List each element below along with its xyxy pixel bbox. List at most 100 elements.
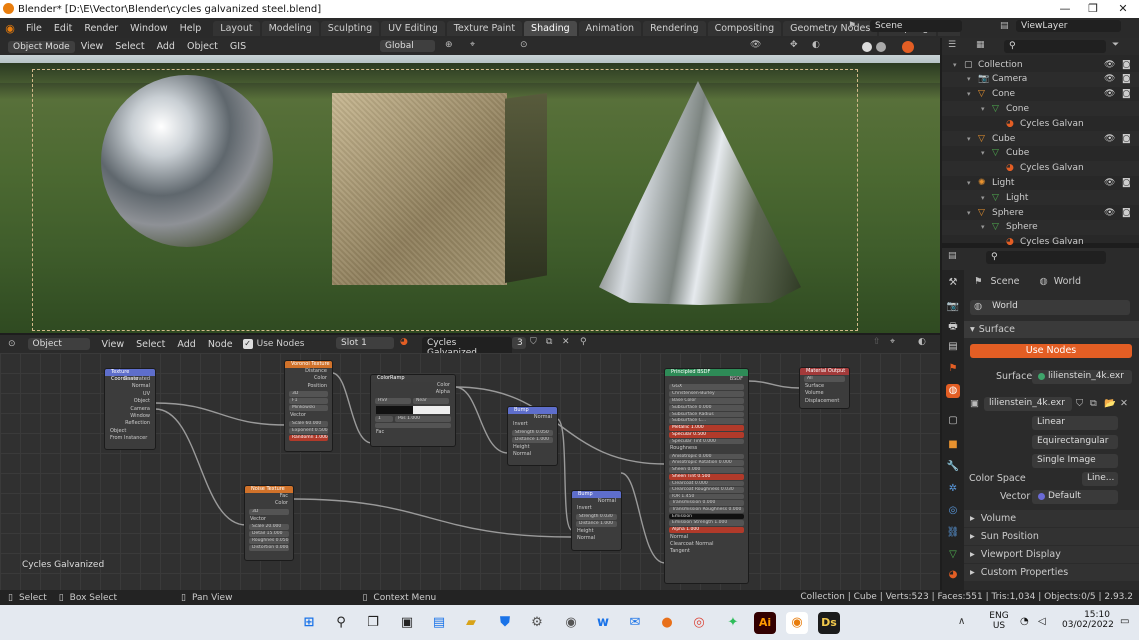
source-dropdown[interactable]: Single Image (1032, 454, 1118, 468)
sun-position-panel[interactable]: Sun Position (981, 531, 1039, 542)
firefox-icon[interactable]: ● (656, 612, 678, 634)
word-icon[interactable]: w (592, 612, 614, 634)
output-camera[interactable]: Camera (105, 406, 155, 413)
expand-arrow-icon[interactable]: ▾ (967, 135, 971, 143)
breadcrumb-scene[interactable]: Scene (991, 276, 1020, 287)
node-editor[interactable]: Texture Coordinate Generated Normal UV O… (0, 353, 940, 590)
output-distance[interactable]: Distance (285, 368, 332, 375)
surface-shader-field[interactable]: lilienstein_4k.exr (1032, 370, 1132, 384)
material-browse-icon[interactable]: ◕ (400, 337, 408, 347)
outliner-row[interactable]: ◕ Cycles Galvan (942, 116, 1139, 131)
bsdf-input[interactable]: Clearcoat Roughness 0.030 (669, 487, 744, 493)
color-ramp-gradient[interactable] (376, 405, 450, 414)
fake-user-icon[interactable]: ⛉ (530, 337, 537, 347)
material-tab-icon[interactable]: ◕ (946, 568, 960, 582)
unlink-material-icon[interactable]: ✕ (562, 337, 570, 347)
tab-layout[interactable]: Layout (213, 20, 260, 36)
photos-icon[interactable]: ◉ (560, 612, 582, 634)
rendered-shading-icon[interactable] (902, 41, 914, 53)
render-visibility-icon[interactable]: ◙ (1122, 74, 1131, 84)
visibility-eye-icon[interactable]: 👁 (1104, 178, 1115, 188)
expand-arrow-icon[interactable]: ▾ (981, 149, 985, 157)
tab-modeling[interactable]: Modeling (261, 20, 319, 36)
language-indicator[interactable]: ENG US (988, 611, 1010, 631)
distance-field[interactable]: Distance 1.000 (576, 520, 617, 527)
bsdf-input[interactable]: Normal (665, 534, 748, 541)
bump-node[interactable]: Bump Normal Invert Strength 0.030 Distan… (571, 490, 622, 551)
distortion-field[interactable]: Distortion 0.000 (249, 545, 289, 552)
file-explorer-icon[interactable]: ▰ (460, 612, 482, 634)
bsdf-input[interactable]: Base Color (669, 398, 744, 404)
constraints-tab-icon[interactable]: ⛓ (946, 526, 960, 540)
store-icon[interactable]: ⛊ (494, 612, 516, 634)
randomness-field[interactable]: Randomn 1.000 (289, 434, 328, 441)
properties-search-input[interactable]: ⚲ (986, 251, 1106, 264)
outliner-row[interactable]: ▾ ▽ Cube 👁 ◙ (942, 131, 1139, 146)
bsdf-input[interactable]: Specular Tint 0.000 (669, 438, 744, 445)
output-reflection[interactable]: Reflection (105, 420, 155, 427)
expand-arrow-icon[interactable]: ▾ (967, 209, 971, 217)
viewport-menu-add[interactable]: Add (151, 41, 181, 52)
colorramp-node[interactable]: ColorRamp Color Alpha HSV Near 1 Pos 1.0… (370, 374, 456, 447)
tab-uv-editing[interactable]: UV Editing (381, 20, 445, 36)
tab-animation[interactable]: Animation (578, 20, 642, 36)
custom-properties-panel[interactable]: Custom Properties (981, 567, 1068, 578)
blender-menu-icon[interactable]: ◉ (0, 22, 20, 35)
output-normal[interactable]: Normal (105, 383, 155, 390)
notepad-icon[interactable]: ▤ (428, 612, 450, 634)
distance-field[interactable]: Distance 1.000 (512, 436, 553, 443)
menu-edit[interactable]: Edit (48, 23, 78, 34)
outliner-row[interactable]: ▾ ▽ Sphere (942, 219, 1139, 235)
input-height[interactable]: Height (572, 528, 621, 535)
metric-dropdown[interactable]: Minkowski (289, 405, 328, 412)
render-visibility-icon[interactable]: ◙ (1122, 134, 1131, 144)
distribution-dropdown[interactable]: GGX (669, 384, 744, 391)
output-position[interactable]: Position (285, 383, 332, 390)
pin-icon[interactable]: ⚲ (580, 337, 587, 347)
solid-shading-icon[interactable] (862, 42, 872, 52)
detail-field[interactable]: Detail 15.000 (249, 531, 289, 538)
render-visibility-icon[interactable]: ◙ (1122, 208, 1131, 218)
expand-arrow-icon[interactable]: ▾ (953, 61, 957, 69)
minimize-button[interactable]: — (1050, 0, 1080, 18)
physics-tab-icon[interactable]: ◎ (946, 504, 960, 518)
bsdf-input[interactable]: Sheen 0.000 (669, 466, 744, 473)
menu-file[interactable]: File (20, 23, 48, 34)
new-image-icon[interactable]: ⧉ (1090, 398, 1097, 409)
blender-taskbar-icon[interactable]: ◉ (786, 612, 808, 634)
mode-selector[interactable]: Object Mode (8, 40, 75, 53)
outliner-row[interactable]: ▾ ▢ Collection 👁 ◙ (942, 57, 1139, 72)
output-object[interactable]: Object (105, 398, 155, 405)
visibility-eye-icon[interactable]: 👁 (1104, 134, 1115, 144)
exponent-field[interactable]: Exponent 0.500 (289, 427, 328, 434)
bsdf-input[interactable]: Roughness (665, 445, 748, 452)
pivot-icon[interactable]: ⊕ (445, 40, 453, 50)
invert-checkbox[interactable]: Invert (508, 421, 557, 428)
input-height[interactable]: Height (508, 444, 557, 451)
volume-icon[interactable]: ◁ (1038, 616, 1046, 627)
properties-editor-type-icon[interactable]: ▤ (948, 251, 957, 261)
world-selector[interactable]: World (970, 300, 1130, 315)
clock[interactable]: 15:10 03/02/2022 (1062, 610, 1114, 630)
close-button[interactable]: ✕ (1108, 0, 1138, 18)
menu-render[interactable]: Render (78, 23, 124, 34)
projection-dropdown[interactable]: Equirectangular (1032, 435, 1118, 449)
render-visibility-icon[interactable]: ◙ (1122, 178, 1131, 188)
visibility-eye-icon[interactable]: 👁 (1104, 89, 1115, 99)
strength-field[interactable]: Strength 0.050 (512, 429, 553, 436)
node-editor-type-icon[interactable]: ⊙ (8, 339, 16, 349)
visibility-icon[interactable]: 👁 (750, 40, 761, 50)
outliner-row[interactable]: ▾ ▽ Light (942, 190, 1139, 206)
bsdf-input[interactable]: Specular 0.500 (669, 431, 744, 438)
outliner-row[interactable]: ◕ Cycles Galvan (942, 160, 1139, 176)
open-image-icon[interactable]: 📂 (1104, 398, 1116, 409)
output-normal[interactable]: Normal (508, 414, 557, 421)
render-visibility-icon[interactable]: ◙ (1122, 60, 1131, 70)
bsdf-input[interactable]: Metallic 1.000 (669, 424, 744, 431)
sphere-object[interactable] (101, 75, 273, 247)
roughness-field[interactable]: Roughnes 0.050 (249, 538, 289, 545)
outliner-row[interactable]: ▾ ▽ Cone (942, 101, 1139, 117)
wifi-icon[interactable]: ◔ (1020, 616, 1029, 627)
expand-arrow-icon[interactable]: ▾ (981, 223, 985, 231)
node-menu-select[interactable]: Select (130, 339, 171, 350)
